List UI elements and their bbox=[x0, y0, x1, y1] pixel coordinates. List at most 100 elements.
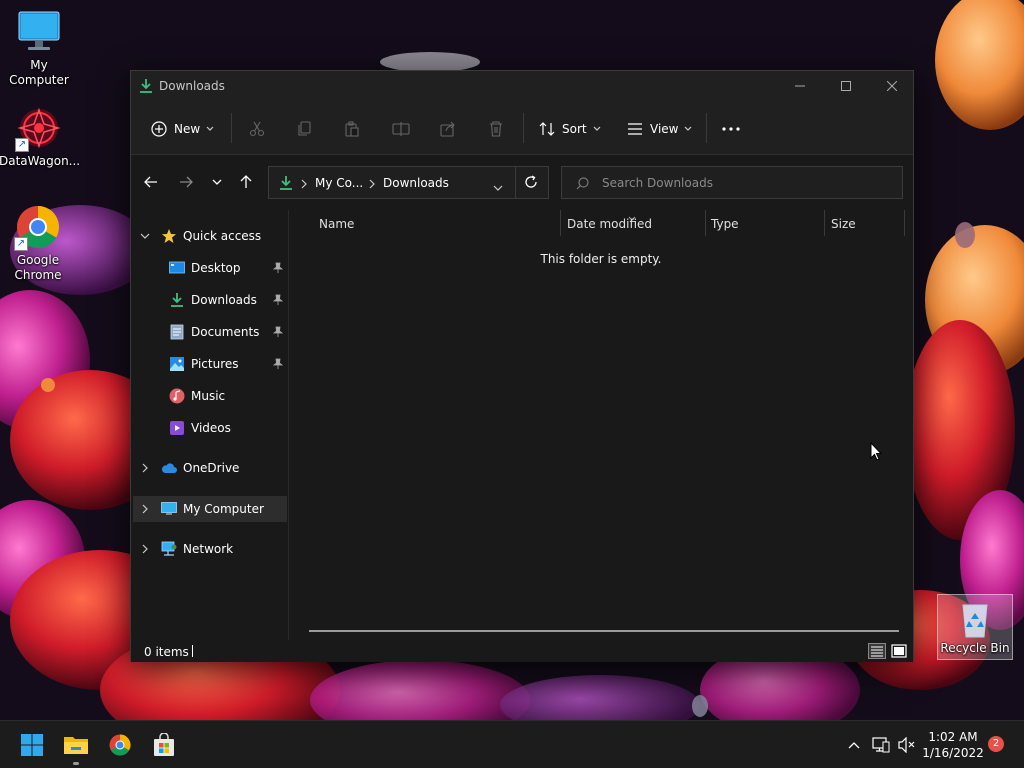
refresh-button[interactable] bbox=[524, 175, 538, 192]
tree-item-label: OneDrive bbox=[183, 461, 240, 475]
column-separator[interactable] bbox=[705, 210, 706, 236]
tree-item-videos[interactable]: Videos bbox=[169, 415, 289, 441]
chevron-right-icon bbox=[369, 178, 375, 192]
back-button[interactable] bbox=[140, 171, 162, 193]
star-icon bbox=[161, 228, 177, 244]
column-header-date-modified[interactable]: Date modified bbox=[567, 217, 652, 231]
chevron-down-icon bbox=[685, 126, 692, 131]
show-hidden-icons-button[interactable] bbox=[844, 735, 864, 755]
new-button[interactable]: New bbox=[151, 115, 214, 143]
tree-item-label: Desktop bbox=[191, 261, 241, 275]
file-list-pane[interactable]: Name Date modified Type Size This folder… bbox=[289, 210, 913, 640]
maximize-button[interactable] bbox=[823, 71, 869, 101]
column-separator[interactable] bbox=[824, 210, 825, 236]
status-divider bbox=[192, 645, 193, 657]
close-button[interactable] bbox=[869, 71, 915, 101]
column-header-type[interactable]: Type bbox=[711, 217, 739, 231]
command-separator bbox=[706, 113, 707, 143]
paste-button[interactable] bbox=[344, 115, 360, 143]
title-bar[interactable]: Downloads bbox=[131, 71, 913, 101]
chevron-right-icon bbox=[142, 544, 148, 554]
share-button[interactable] bbox=[440, 115, 456, 143]
address-history-dropdown[interactable] bbox=[493, 180, 503, 194]
chevron-down-icon bbox=[140, 233, 150, 239]
desktop-icon-datawagon[interactable]: ↗ DataWagon... bbox=[0, 104, 80, 169]
column-separator[interactable] bbox=[560, 210, 561, 236]
tree-item-onedrive[interactable]: OneDrive bbox=[161, 455, 239, 481]
quick-access-expander[interactable] bbox=[139, 230, 151, 242]
details-view-button[interactable] bbox=[867, 642, 887, 660]
status-bar: 0 items bbox=[131, 640, 913, 662]
tree-item-network[interactable]: Network bbox=[161, 536, 233, 562]
store-icon bbox=[154, 733, 174, 756]
taskbar-store[interactable] bbox=[144, 729, 184, 761]
tree-item-downloads[interactable]: Downloads bbox=[169, 287, 289, 313]
minimize-icon bbox=[795, 85, 805, 87]
cut-button[interactable] bbox=[249, 115, 265, 143]
taskbar-chrome[interactable] bbox=[100, 729, 140, 761]
system-clock[interactable]: 1:02 AM 1/16/2022 bbox=[920, 729, 986, 761]
delete-button[interactable] bbox=[488, 115, 504, 143]
recycle-bin-icon bbox=[955, 599, 995, 639]
minimize-button[interactable] bbox=[777, 71, 823, 101]
network-expander[interactable] bbox=[139, 543, 151, 555]
column-header-name[interactable]: Name bbox=[319, 217, 354, 231]
window-title: Downloads bbox=[159, 79, 225, 93]
network-tray-button[interactable] bbox=[871, 735, 891, 755]
column-header-size[interactable]: Size bbox=[831, 217, 856, 231]
desktop-icon-my-computer[interactable]: My Computer bbox=[0, 8, 79, 88]
breadcrumb-my-computer[interactable]: My Co... bbox=[315, 176, 363, 190]
volume-tray-button[interactable] bbox=[897, 735, 917, 755]
tree-item-my-computer[interactable]: My Computer bbox=[161, 496, 264, 522]
music-icon bbox=[169, 388, 185, 404]
taskbar-file-explorer[interactable] bbox=[56, 729, 96, 761]
monitor-icon bbox=[15, 8, 63, 56]
add-icon bbox=[151, 121, 167, 137]
desktop-icon-recycle-bin[interactable]: Recycle Bin bbox=[937, 594, 1013, 660]
tree-item-label: Videos bbox=[191, 421, 231, 435]
tree-item-quick-access[interactable]: Quick access bbox=[161, 223, 261, 249]
empty-folder-message: This folder is empty. bbox=[540, 252, 662, 266]
my-computer-expander[interactable] bbox=[139, 503, 151, 515]
chevron-down-icon bbox=[593, 126, 601, 131]
large-icons-view-icon bbox=[891, 644, 907, 658]
shortcut-arrow-icon: ↗ bbox=[15, 138, 29, 152]
onedrive-expander[interactable] bbox=[139, 462, 151, 474]
refresh-icon bbox=[525, 175, 537, 188]
rename-button[interactable] bbox=[392, 115, 410, 143]
videos-icon bbox=[169, 420, 185, 436]
view-button[interactable]: View bbox=[627, 115, 692, 143]
address-bar[interactable]: My Co... Downloads bbox=[268, 166, 549, 199]
sort-icon bbox=[539, 122, 555, 136]
tree-item-label: Quick access bbox=[183, 229, 262, 243]
search-icon bbox=[576, 177, 589, 190]
notification-badge[interactable]: 2 bbox=[988, 736, 1004, 752]
tree-item-documents[interactable]: Documents bbox=[169, 319, 289, 345]
column-separator[interactable] bbox=[904, 210, 905, 236]
tree-item-pictures[interactable]: Pictures bbox=[169, 351, 289, 377]
tree-item-music[interactable]: Music bbox=[169, 383, 289, 409]
more-options-button[interactable] bbox=[722, 115, 740, 143]
pictures-icon bbox=[169, 356, 185, 372]
file-explorer-icon bbox=[64, 737, 88, 754]
horizontal-scrollbar[interactable] bbox=[309, 630, 899, 632]
file-explorer-window[interactable]: Downloads New Sort View My Co... Downloa… bbox=[130, 70, 914, 662]
pin-icon bbox=[272, 262, 284, 277]
download-icon bbox=[139, 78, 153, 97]
forward-button[interactable] bbox=[175, 171, 197, 193]
details-view-icon bbox=[868, 643, 886, 659]
command-separator bbox=[231, 113, 232, 143]
pin-icon bbox=[272, 358, 284, 373]
recent-locations-button[interactable] bbox=[206, 171, 228, 193]
chevron-right-icon bbox=[142, 463, 148, 473]
sort-button[interactable]: Sort bbox=[539, 115, 601, 143]
desktop-icon-google-chrome[interactable]: ↗ Google Chrome bbox=[0, 203, 77, 283]
copy-button[interactable] bbox=[297, 115, 313, 143]
up-button[interactable] bbox=[235, 171, 257, 193]
search-input[interactable]: Search Downloads bbox=[561, 166, 903, 199]
tree-item-desktop[interactable]: Desktop bbox=[169, 255, 289, 281]
download-icon bbox=[279, 175, 293, 194]
large-icons-view-button[interactable] bbox=[889, 642, 909, 660]
start-button[interactable] bbox=[12, 729, 52, 761]
breadcrumb-downloads[interactable]: Downloads bbox=[383, 176, 449, 190]
